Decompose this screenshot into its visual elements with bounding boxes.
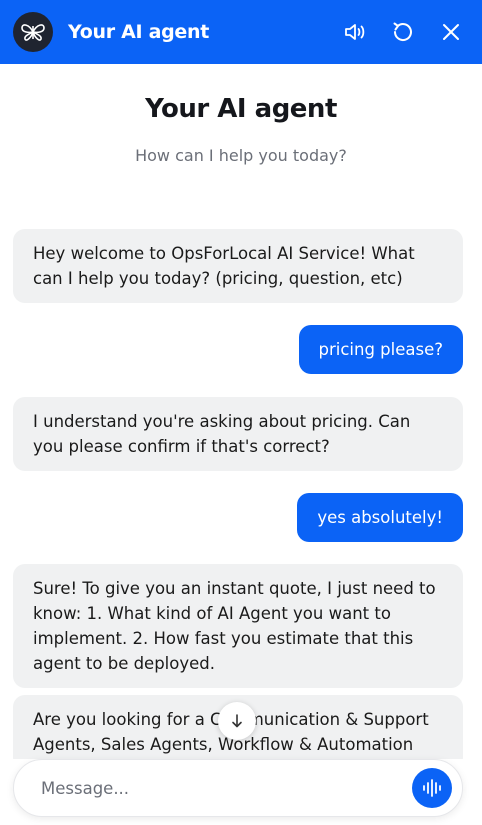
butterfly-logo-icon — [13, 12, 53, 52]
close-icon[interactable] — [437, 18, 465, 46]
message-composer — [13, 759, 463, 817]
welcome-hero: Your AI agent How can I help you today? — [0, 64, 482, 165]
bot-message: I understand you're asking about pricing… — [13, 397, 463, 471]
speaker-icon[interactable] — [341, 18, 369, 46]
user-message: yes absolutely! — [297, 493, 463, 542]
message-list[interactable]: Hey welcome to OpsForLocal AI Service! W… — [13, 229, 463, 759]
reset-icon[interactable] — [389, 18, 417, 46]
header-title: Your AI agent — [68, 21, 209, 43]
bot-message: Hey welcome to OpsForLocal AI Service! W… — [13, 229, 463, 303]
scroll-down-button[interactable] — [218, 702, 256, 740]
bot-message: Sure! To give you an instant quote, I ju… — [13, 564, 463, 688]
user-message: pricing please? — [298, 325, 463, 374]
voice-button[interactable] — [412, 768, 452, 808]
chat-header: Your AI agent — [0, 0, 482, 64]
message-input[interactable] — [41, 778, 412, 798]
waveform-icon — [423, 779, 441, 797]
arrow-down-icon — [232, 714, 242, 728]
page-subtitle: How can I help you today? — [135, 146, 347, 165]
page-title: Your AI agent — [145, 94, 337, 124]
